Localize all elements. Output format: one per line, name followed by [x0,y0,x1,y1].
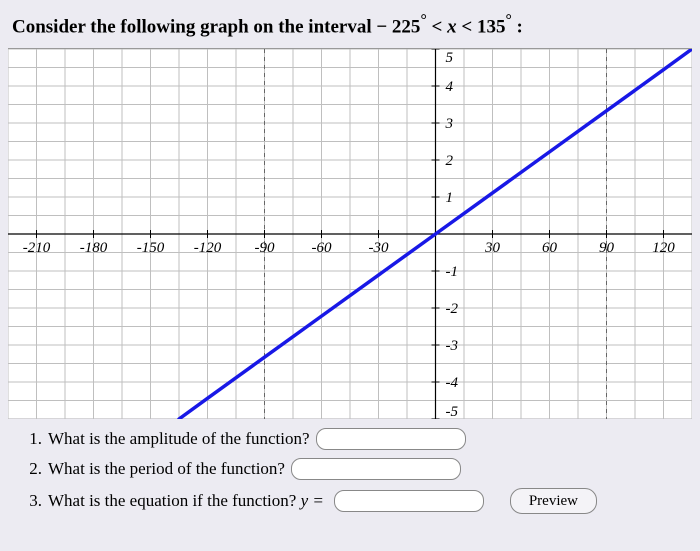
svg-text:120: 120 [652,240,675,256]
title-prefix: Consider the following graph on the inte… [12,16,376,37]
questions-block: 1. What is the amplitude of the function… [8,418,692,514]
svg-text:-1: -1 [446,264,459,280]
svg-text:-60: -60 [312,240,332,256]
svg-text:30: 30 [484,240,501,256]
svg-text:3: 3 [445,116,454,132]
svg-text:-210: -210 [23,240,51,256]
svg-text:-4: -4 [446,375,459,391]
question-row-2: 2. What is the period of the function? [24,458,676,480]
svg-text:5: 5 [446,50,454,66]
title-lt1: < [427,16,447,37]
q2-text: What is the period of the function? [48,459,285,479]
q1-text: What is the amplitude of the function? [48,429,310,449]
svg-text:90: 90 [599,240,615,256]
svg-text:-150: -150 [137,240,165,256]
svg-text:-120: -120 [194,240,222,256]
question-row-3: 3. What is the equation if the function?… [24,488,676,514]
question-title: Consider the following graph on the inte… [12,12,692,38]
question-row-1: 1. What is the amplitude of the function… [24,428,676,450]
svg-text:2: 2 [446,153,454,169]
q3-text: What is the equation if the function? y … [48,491,324,511]
preview-button[interactable]: Preview [510,488,597,514]
chart-area: -210 -180 -150 -120 -90 -60 -30 30 60 90 120 -5 -4 -3… [8,48,692,418]
svg-text:-90: -90 [255,240,275,256]
svg-text:60: 60 [542,240,558,256]
chart-svg: -210 -180 -150 -120 -90 -60 -30 30 60 90 120 -5 -4 -3… [8,49,692,419]
svg-text:-2: -2 [446,301,459,317]
q3-number: 3. [24,491,42,511]
amplitude-input[interactable] [316,428,466,450]
svg-text:1: 1 [446,190,454,206]
title-lt2: < [457,16,477,37]
q2-number: 2. [24,459,42,479]
svg-text:4: 4 [446,79,454,95]
svg-text:-5: -5 [446,404,459,419]
equation-input[interactable] [334,490,484,512]
period-input[interactable] [291,458,461,480]
svg-text:-30: -30 [369,240,389,256]
svg-text:-180: -180 [80,240,108,256]
title-a: − 225 [376,16,420,37]
q1-number: 1. [24,429,42,449]
title-b: 135 [477,16,506,37]
title-var: x [447,16,457,37]
svg-text:-3: -3 [446,338,459,354]
title-colon: : [512,16,523,37]
